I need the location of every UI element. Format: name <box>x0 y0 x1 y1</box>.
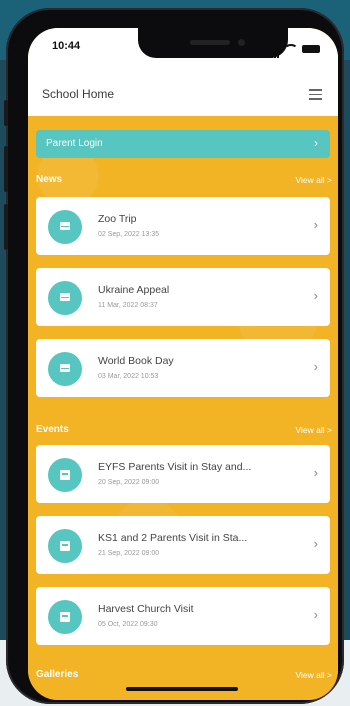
event-item-date: 05 Oct, 2022 09:30 <box>98 621 158 628</box>
news-item-date: 02 Sep, 2022 13:35 <box>98 231 160 238</box>
news-item-date: 03 Mar, 2022 10:53 <box>98 373 159 380</box>
event-item[interactable]: EYFS Parents Visit in Stay and... 20 Sep… <box>36 445 330 503</box>
news-item[interactable]: World Book Day 03 Mar, 2022 10:53 › <box>36 339 330 397</box>
parent-login-label: Parent Login <box>46 138 103 149</box>
events-title: Events <box>36 424 69 435</box>
news-item-date: 11 Mar, 2022 08:37 <box>98 302 158 309</box>
news-item-title: Zoo Trip <box>98 213 137 225</box>
galleries-section-header: Galleries View all > <box>28 666 338 686</box>
envelope-icon <box>48 281 82 315</box>
news-item-title: World Book Day <box>98 355 174 367</box>
news-item[interactable]: Ukraine Appeal 11 Mar, 2022 08:37 › <box>36 268 330 326</box>
phone-frame: 10:44 School Home Parent Login › News Vi… <box>4 8 344 704</box>
event-item-title: EYFS Parents Visit in Stay and... <box>98 461 252 473</box>
content[interactable]: Parent Login › News View all > Zoo Trip … <box>28 116 338 700</box>
event-item[interactable]: KS1 and 2 Parents Visit in Sta... 21 Sep… <box>36 516 330 574</box>
event-item-date: 21 Sep, 2022 09:00 <box>98 550 160 557</box>
hamburger-menu-icon[interactable] <box>309 89 322 103</box>
event-item[interactable]: Harvest Church Visit 05 Oct, 2022 09:30 … <box>36 587 330 645</box>
calendar-icon <box>48 458 82 492</box>
event-item-date: 20 Sep, 2022 09:00 <box>98 479 160 486</box>
chevron-right-icon: › <box>313 359 318 374</box>
chevron-right-icon: › <box>313 465 318 480</box>
news-section-header: News View all > <box>28 171 338 191</box>
parent-login-button[interactable]: Parent Login › <box>36 130 330 158</box>
news-view-all-link[interactable]: View all > <box>296 175 332 185</box>
news-title: News <box>36 174 63 185</box>
camera <box>238 39 245 46</box>
envelope-icon <box>48 210 82 244</box>
status-time: 10:44 <box>52 40 81 52</box>
event-item-title: Harvest Church Visit <box>98 603 194 615</box>
calendar-icon <box>48 600 82 634</box>
chevron-right-icon: › <box>313 288 318 303</box>
galleries-view-all-link[interactable]: View all > <box>296 670 332 680</box>
chevron-right-icon: › <box>313 217 318 232</box>
speaker <box>190 40 230 45</box>
screen: 10:44 School Home Parent Login › News Vi… <box>28 28 338 700</box>
events-view-all-link[interactable]: View all > <box>296 425 332 435</box>
chevron-right-icon: › <box>314 136 318 150</box>
app-bar: School Home <box>28 64 338 116</box>
news-item-title: Ukraine Appeal <box>98 284 170 296</box>
volume-down-button <box>4 204 8 250</box>
chevron-right-icon: › <box>313 536 318 551</box>
battery-icon <box>302 45 320 53</box>
envelope-icon <box>48 352 82 386</box>
news-item[interactable]: Zoo Trip 02 Sep, 2022 13:35 › <box>36 197 330 255</box>
galleries-title: Galleries <box>36 669 79 680</box>
calendar-icon <box>48 529 82 563</box>
page-title: School Home <box>42 87 115 101</box>
volume-up-button <box>4 146 8 192</box>
mute-switch <box>4 100 8 126</box>
chevron-right-icon: › <box>313 607 318 622</box>
home-indicator[interactable] <box>126 687 238 691</box>
notch <box>138 28 288 58</box>
event-item-title: KS1 and 2 Parents Visit in Sta... <box>98 532 248 544</box>
events-section-header: Events View all > <box>28 421 338 441</box>
